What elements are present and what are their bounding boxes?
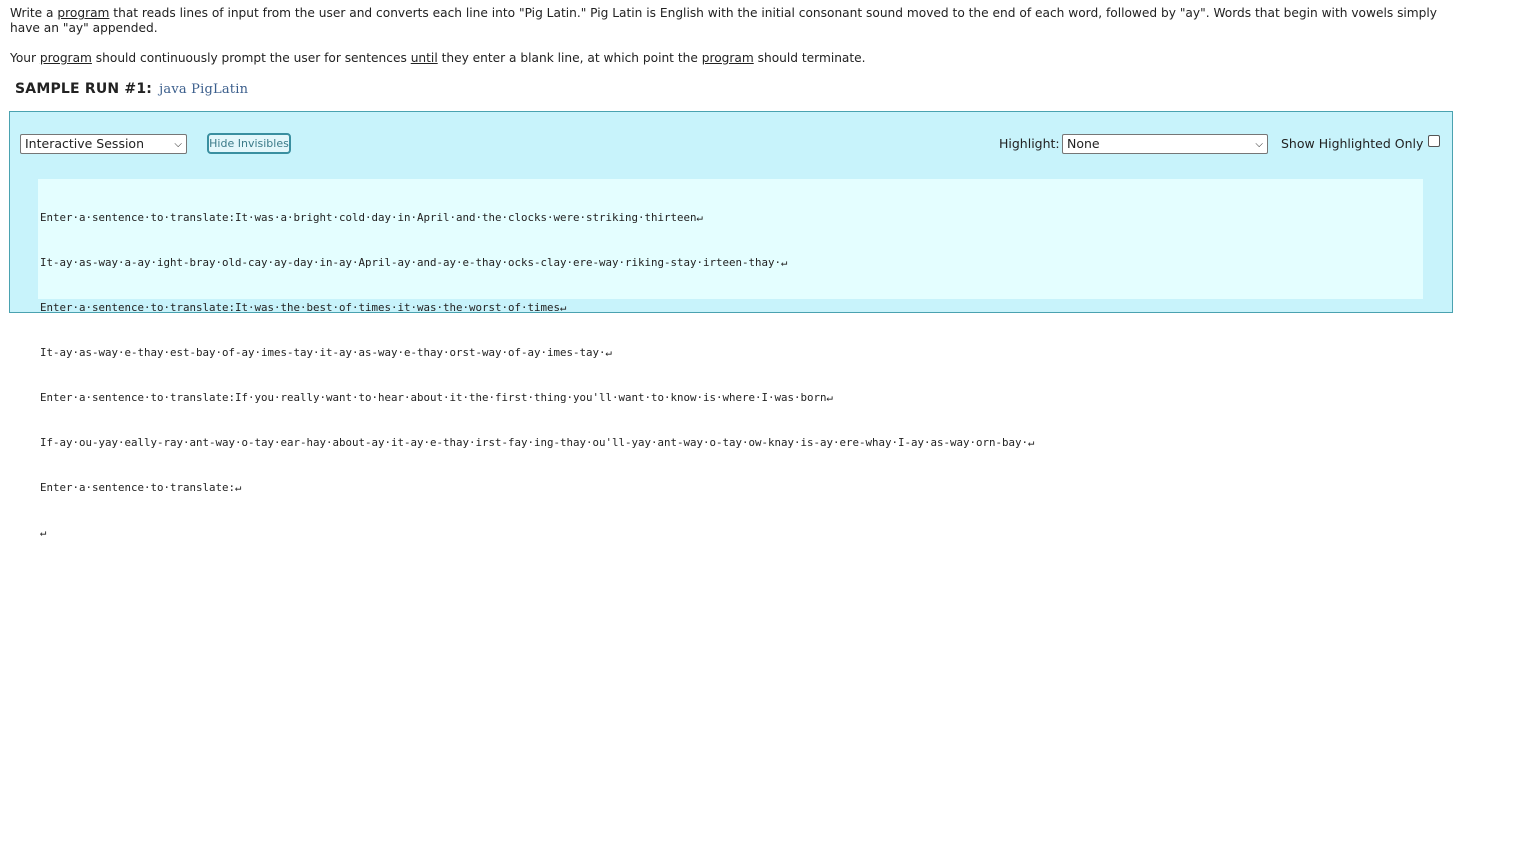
glossary-link-program[interactable]: program (702, 51, 754, 65)
chevron-down-icon: ⌵ (1255, 139, 1263, 150)
sample-run-command: java PigLatin (159, 82, 249, 97)
highlight-select[interactable]: None ⌵ (1062, 134, 1268, 154)
desc-text: that reads lines of input from the user … (10, 6, 1438, 35)
session-view-select-value: Interactive Session (25, 136, 145, 151)
hide-invisibles-button[interactable]: Hide Invisibles (207, 133, 291, 154)
desc-text: should terminate. (753, 51, 866, 65)
output-line: It-ay·as-way·a-ay·ight-bray·old-cay·ay-d… (40, 256, 788, 269)
sample-run-label: SAMPLE RUN #1: (15, 81, 153, 97)
desc-text: they enter a blank line, at which point … (437, 51, 702, 65)
highlight-select-value: None (1067, 136, 1100, 151)
output-line: Enter·a·sentence·to·translate:It·was·a·b… (40, 211, 704, 224)
chevron-down-icon: ⌵ (174, 139, 182, 150)
output-line: Enter·a·sentence·to·translate:It·was·the… (40, 301, 567, 314)
glossary-link-until[interactable]: until (411, 51, 438, 65)
glossary-link-program[interactable]: program (57, 6, 109, 20)
sample-run-heading: SAMPLE RUN #1: java PigLatin (15, 81, 1526, 98)
output-line: It-ay·as-way·e-thay·est-bay·of-ay·imes-t… (40, 346, 613, 359)
description-paragraph-1: Write a program that reads lines of inpu… (10, 6, 1440, 36)
output-line: If-ay·ou-yay·eally-ray·ant-way·o-tay·ear… (40, 436, 1035, 449)
show-highlighted-only-checkbox[interactable] (1428, 135, 1440, 147)
desc-text: Your (10, 51, 40, 65)
session-output: Enter·a·sentence·to·translate:It·was·a·b… (38, 179, 1423, 539)
output-line: Enter·a·sentence·to·translate:If·you·rea… (40, 391, 834, 404)
session-view-select[interactable]: Interactive Session ⌵ (20, 134, 187, 154)
description-paragraph-2: Your program should continuously prompt … (10, 51, 1440, 66)
sample-run-panel: Interactive Session ⌵ Hide Invisibles Hi… (9, 111, 1453, 539)
desc-text: Write a (10, 6, 58, 20)
output-line: ↵ (40, 526, 47, 539)
output-line: Enter·a·sentence·to·translate:↵ (40, 481, 242, 494)
glossary-link-program[interactable]: program (40, 51, 92, 65)
assignment-page: Write a program that reads lines of inpu… (0, 0, 1536, 98)
show-highlighted-only-label: Show Highlighted Only (1281, 136, 1424, 151)
highlight-label: Highlight: (999, 136, 1060, 151)
desc-text: should continuously prompt the user for … (91, 51, 411, 65)
